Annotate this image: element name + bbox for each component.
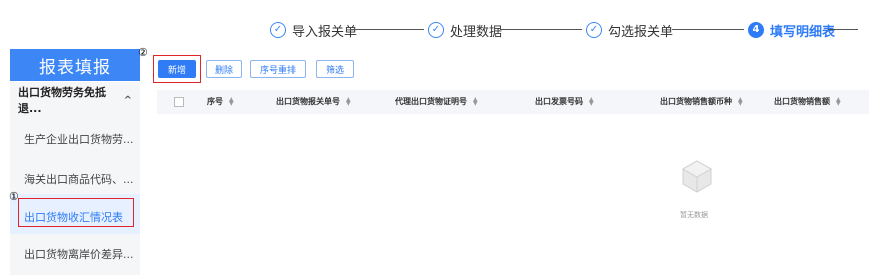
sort-icon[interactable]: ▲ ▼ (836, 96, 841, 106)
step-process-label: 处理数据 (450, 24, 503, 40)
step-import-label: 导入报关单 (292, 24, 358, 40)
sort-icon[interactable]: ▲ ▼ (738, 96, 743, 106)
step-connector (350, 29, 424, 30)
check-circle-icon: ✓ (270, 22, 286, 38)
check-circle-icon: ✓ (586, 22, 602, 38)
column-label: 序号 (207, 97, 223, 106)
sidebar-group-label: 出口货物劳务免抵退... (18, 86, 106, 115)
annotation-number-1: ① (9, 190, 19, 203)
step-number-icon: 4 (748, 22, 764, 38)
filter-button[interactable]: 筛选 (316, 60, 354, 78)
sort-icon[interactable]: ▲ ▼ (229, 96, 234, 106)
empty-state-text: 暂无数据 (680, 211, 708, 219)
annotation-number-2: ② (138, 46, 148, 59)
check-circle-icon: ✓ (428, 22, 444, 38)
step-fill-detail[interactable]: 4 填写明细表 (748, 20, 835, 40)
annotation-box-add (153, 55, 201, 83)
empty-box-icon (681, 160, 713, 193)
step-connector (672, 29, 744, 30)
step-select[interactable]: ✓ 勾选报关单 (586, 20, 673, 40)
column-header-index[interactable]: 序号 ▲ ▼ (207, 96, 234, 107)
sidebar-title: 报表填报 (10, 49, 140, 81)
step-process[interactable]: ✓ 处理数据 (428, 20, 502, 40)
delete-button[interactable]: 删除 (206, 60, 242, 78)
sort-icon[interactable]: ▲ ▼ (346, 96, 351, 106)
column-label: 出口货物销售额 (774, 97, 830, 106)
step-connector (828, 29, 858, 30)
column-header-currency[interactable]: 出口货物销售额币种 ▲ ▼ (660, 96, 743, 107)
sort-icon[interactable]: ▲ ▼ (589, 96, 594, 106)
step-connector (500, 29, 582, 30)
sidebar-item-fob-diff[interactable]: 出口货物离岸价差异... (24, 246, 134, 262)
chevron-up-icon: ^ (123, 94, 132, 106)
table-header (157, 90, 869, 114)
column-label: 代理出口货物证明号 (395, 97, 467, 106)
step-fill-detail-label: 填写明细表 (770, 24, 836, 40)
column-header-declaration[interactable]: 出口货物报关单号 ▲ ▼ (276, 96, 351, 107)
column-label: 出口货物报关单号 (276, 97, 340, 106)
sidebar-group[interactable]: 出口货物劳务免抵退... ^ (10, 86, 140, 115)
column-header-sales[interactable]: 出口货物销售额 ▲ ▼ (774, 96, 841, 107)
sort-icon[interactable]: ▲ ▼ (473, 96, 478, 106)
column-label: 出口货物销售额币种 (660, 97, 732, 106)
renumber-button[interactable]: 序号重排 (250, 60, 306, 78)
column-label: 出口发票号码 (535, 97, 583, 106)
annotation-box-receipt (18, 198, 134, 227)
column-header-invoice[interactable]: 出口发票号码 ▲ ▼ (535, 96, 594, 107)
step-select-label: 勾选报关单 (608, 24, 674, 40)
select-all-checkbox[interactable] (174, 97, 184, 107)
sidebar-item-production[interactable]: 生产企业出口货物劳... (24, 131, 134, 147)
progress-steps: ✓ 导入报关单 ✓ 处理数据 ✓ 勾选报关单 4 填写明细表 (0, 0, 869, 48)
step-import[interactable]: ✓ 导入报关单 (270, 20, 357, 40)
column-header-agent-cert[interactable]: 代理出口货物证明号 ▲ ▼ (395, 96, 478, 107)
sidebar-item-customs-code[interactable]: 海关出口商品代码、... (24, 171, 134, 187)
